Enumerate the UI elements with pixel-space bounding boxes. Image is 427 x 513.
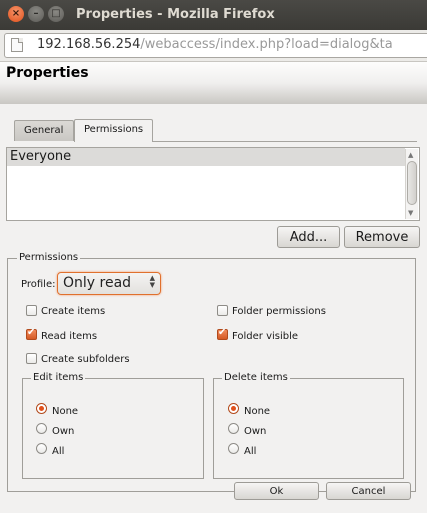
scroll-up-icon[interactable]: ▲ [408,151,413,159]
delete-own-label: Own [244,426,267,437]
create-items-label: Create items [41,306,106,317]
select-arrows-icon: ▲ ▼ [149,274,155,289]
scroll-down-icon[interactable]: ▼ [408,209,413,217]
delete-items-legend: Delete items [222,372,290,383]
address-bar-area: 192.168.56.254/webaccess/index.php?load=… [0,30,427,62]
page-icon [11,38,23,52]
read-items-label: Read items [41,331,98,342]
remove-button[interactable]: Remove [344,226,420,248]
delete-none-radio[interactable] [228,403,239,414]
profile-value: Only read [63,275,132,291]
profile-select[interactable]: Only read ▲ ▼ [57,272,161,295]
url-field[interactable]: 192.168.56.254/webaccess/index.php?load=… [4,33,427,58]
list-item[interactable]: Everyone [7,148,405,166]
edit-own-label: Own [52,426,75,437]
url-text: 192.168.56.254/webaccess/index.php?load=… [37,37,393,52]
folder-visible-checkbox[interactable] [217,327,228,340]
dialog-header: Properties [0,62,427,104]
create-subfolders-label: Create subfolders [41,354,130,365]
window-minimize-button[interactable]: – [28,6,44,22]
edit-none-label: None [52,406,79,417]
permissions-legend: Permissions [17,252,81,263]
close-icon: × [11,8,21,19]
delete-none-label: None [244,406,271,417]
add-button[interactable]: Add... [277,226,340,248]
window-maximize-button[interactable]: □ [48,6,64,22]
edit-all-radio[interactable] [36,443,47,454]
folder-permissions-label: Folder permissions [232,306,326,317]
tab-divider [153,141,417,142]
read-items-checkbox[interactable] [26,327,37,340]
edit-none-radio[interactable] [36,403,47,414]
delete-items-group: Delete items None Own All [213,372,404,479]
edit-all-label: All [52,446,65,457]
profile-label: Profile: [21,279,56,290]
tab-general[interactable]: General [14,120,74,141]
delete-all-radio[interactable] [228,443,239,454]
window-close-button[interactable]: × [8,6,24,22]
folder-permissions-checkbox[interactable] [217,305,228,316]
create-items-checkbox[interactable] [26,305,37,316]
maximize-icon: □ [51,8,61,19]
edit-own-radio[interactable] [36,423,47,434]
user-list[interactable]: Everyone ▲ ▼ [6,147,420,221]
folder-visible-label: Folder visible [232,331,299,342]
scrollbar[interactable]: ▲ ▼ [405,149,418,219]
edit-items-legend: Edit items [31,372,86,383]
ok-button[interactable]: Ok [234,482,319,500]
tab-permissions[interactable]: Permissions [74,119,153,142]
dialog-title: Properties [6,65,89,81]
window-titlebar: × – □ Properties - Mozilla Firefox [0,0,427,30]
url-host: 192.168.56.254 [37,37,141,52]
delete-all-label: All [244,446,257,457]
url-path: /webaccess/index.php?load=dialog&ta [140,37,393,52]
cancel-button[interactable]: Cancel [326,482,411,500]
scroll-thumb[interactable] [407,161,417,205]
delete-own-radio[interactable] [228,423,239,434]
create-subfolders-checkbox[interactable] [26,353,37,364]
edit-items-group: Edit items None Own All [22,372,204,479]
minimize-icon: – [33,8,39,19]
window-title: Properties - Mozilla Firefox [76,7,275,22]
